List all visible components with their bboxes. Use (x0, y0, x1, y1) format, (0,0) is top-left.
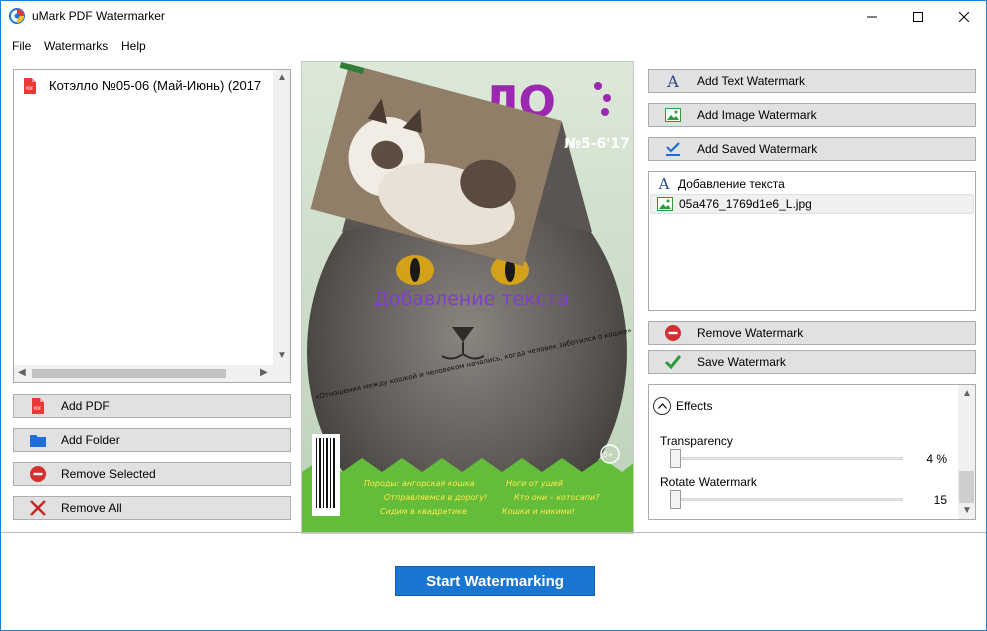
save-watermark-button[interactable]: Save Watermark (648, 350, 976, 374)
vertical-scrollbar[interactable]: ▲ ▼ (273, 70, 290, 365)
minimize-icon (867, 16, 877, 17)
add-pdf-label: Add PDF (61, 399, 110, 413)
add-image-watermark-button[interactable]: Add Image Watermark (648, 103, 976, 127)
magazine-cover-image: ЛО №5-6'17 Добавление текста «Отношения … (302, 62, 633, 533)
transparency-label: Transparency (660, 434, 733, 448)
remove-watermark-button[interactable]: Remove Watermark (648, 321, 976, 345)
app-logo-icon (9, 8, 25, 24)
text-icon: A (658, 175, 670, 193)
add-folder-button[interactable]: Add Folder (13, 428, 291, 452)
scroll-down-icon[interactable]: ▼ (962, 505, 972, 516)
remove-watermark-label: Remove Watermark (697, 326, 804, 340)
footer-divider (1, 532, 986, 533)
transparency-slider-thumb[interactable] (670, 449, 681, 468)
save-watermark-label: Save Watermark (697, 355, 786, 369)
file-name: Котэлло №05-06 (Май-Июнь) (2017 (49, 78, 262, 93)
menu-file[interactable]: File (12, 39, 31, 53)
effects-toggle[interactable]: Effects (653, 397, 712, 415)
menu-bar: File Watermarks Help (1, 34, 986, 56)
image-icon (657, 197, 673, 211)
add-folder-label: Add Folder (61, 433, 120, 447)
scrollbar-thumb[interactable] (959, 471, 974, 503)
list-item[interactable]: A Добавление текста (650, 174, 974, 194)
close-icon (959, 11, 969, 22)
scrollbar-thumb[interactable] (32, 369, 226, 378)
pdf-file-list[interactable]: PDF Котэлло №05-06 (Май-Июнь) (2017 ▲ ▼ … (13, 69, 291, 383)
watermark-label: 05a476_1769d1e6_L.jpg (679, 197, 812, 211)
effects-scrollbar[interactable]: ▲ ▼ (958, 385, 975, 519)
remove-circle-icon (665, 325, 681, 341)
start-watermarking-button[interactable]: Start Watermarking (395, 566, 595, 596)
add-pdf-button[interactable]: PDF Add PDF (13, 394, 291, 418)
text-watermark: Добавление текста (374, 288, 569, 310)
maximize-icon (913, 11, 923, 22)
app-window: uMark PDF Watermarker File Watermarks He… (0, 0, 987, 631)
cover-item: Кошки и никими! (502, 507, 575, 516)
remove-selected-label: Remove Selected (61, 467, 156, 481)
watermark-list[interactable]: A Добавление текста 05a476_1769d1e6_L.jp… (648, 171, 976, 311)
remove-all-label: Remove All (61, 501, 122, 515)
add-saved-watermark-label: Add Saved Watermark (697, 142, 818, 156)
image-icon (665, 107, 681, 123)
add-saved-watermark-button[interactable]: Add Saved Watermark (648, 137, 976, 161)
title-bar: uMark PDF Watermarker (1, 1, 986, 32)
effects-panel: Effects Transparency 4 % Rotate Watermar… (648, 384, 976, 520)
svg-text:PDF: PDF (34, 406, 42, 411)
effects-title: Effects (676, 399, 713, 413)
minimize-button[interactable] (849, 1, 895, 32)
pdf-file-icon: PDF (24, 78, 36, 94)
scroll-up-icon[interactable]: ▲ (962, 388, 972, 399)
add-text-watermark-label: Add Text Watermark (697, 74, 806, 88)
menu-watermarks[interactable]: Watermarks (44, 39, 108, 53)
close-button[interactable] (941, 1, 987, 32)
horizontal-scrollbar[interactable]: ◀ ▶ (14, 365, 290, 382)
watermark-label: Добавление текста (678, 177, 785, 191)
remove-selected-button[interactable]: Remove Selected (13, 462, 291, 486)
remove-circle-icon (30, 466, 46, 482)
cover-item: Кто они – котосапи? (514, 493, 600, 502)
pdf-file-icon: PDF (30, 398, 46, 414)
pdf-preview[interactable]: ЛО №5-6'17 Добавление текста «Отношения … (301, 61, 634, 534)
cover-item: Ноги от ушей (506, 479, 563, 488)
window-title: uMark PDF Watermarker (32, 9, 165, 23)
list-item[interactable]: PDF Котэлло №05-06 (Май-Июнь) (2017 (15, 74, 273, 98)
transparency-slider[interactable] (671, 457, 903, 460)
chevron-up-icon (653, 397, 671, 415)
list-item[interactable]: 05a476_1769d1e6_L.jpg (650, 194, 974, 214)
rotate-value: 15 (933, 493, 947, 507)
add-image-watermark-label: Add Image Watermark (697, 108, 817, 122)
rotate-slider-thumb[interactable] (670, 490, 681, 509)
maximize-button[interactable] (895, 1, 941, 32)
saved-check-icon (665, 141, 681, 157)
rotate-watermark-label: Rotate Watermark (660, 475, 757, 489)
remove-all-button[interactable]: Remove All (13, 496, 291, 520)
cover-item: Отправляемся в дорогу! (384, 493, 487, 502)
scroll-up-icon[interactable]: ▲ (277, 72, 287, 83)
age-badge: 0+ (603, 451, 613, 459)
add-text-watermark-button[interactable]: A Add Text Watermark (648, 69, 976, 93)
issue-number: №5-6'17 (564, 136, 630, 152)
menu-help[interactable]: Help (121, 39, 146, 53)
cover-item: Породы: ангорская кошка (364, 479, 475, 488)
rotate-slider[interactable] (671, 498, 903, 501)
transparency-value: 4 % (926, 452, 947, 466)
scroll-right-icon[interactable]: ▶ (260, 367, 268, 378)
text-icon: A (667, 71, 679, 91)
x-icon (30, 500, 46, 516)
scroll-left-icon[interactable]: ◀ (18, 367, 26, 378)
scroll-down-icon[interactable]: ▼ (277, 350, 287, 361)
svg-text:PDF: PDF (26, 86, 34, 91)
check-icon (665, 354, 681, 370)
cover-item: Сидим в квадратике (380, 507, 467, 516)
folder-icon (30, 432, 46, 448)
